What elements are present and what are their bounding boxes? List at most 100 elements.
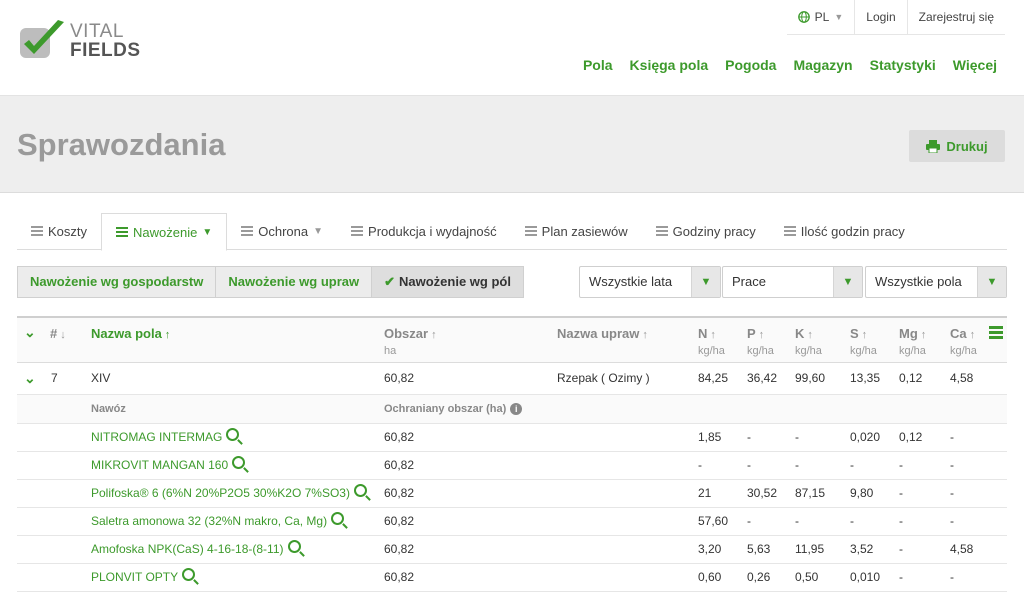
magnifier-icon[interactable]	[353, 484, 367, 497]
language-selector[interactable]: PL ▼	[787, 0, 855, 34]
fertilizer-row[interactable]: MIKROVIT MANGAN 160 60,82 - - - - - -	[17, 452, 1007, 480]
fertilizer-name-text: Saletra amonowa 32 (32%N makro, Ca, Mg)	[91, 514, 328, 528]
magnifier-icon[interactable]	[331, 512, 345, 525]
cell-ca: -	[950, 514, 954, 528]
cell-p: -	[747, 514, 751, 528]
site-header: VITAL FIELDS PL ▼ Login Zarejestruj się …	[0, 0, 1024, 96]
nav-item-pola[interactable]: Pola	[583, 57, 613, 73]
fertilizer-column-header: Nawóz	[91, 403, 126, 415]
logo-text: VITAL FIELDS	[70, 22, 141, 60]
col-header-p[interactable]: P ↑ kg/ha	[747, 326, 774, 359]
cell-k: -	[795, 458, 799, 472]
tab-produkcja[interactable]: Produkcja i wydajność	[337, 213, 511, 249]
nav-item-statystyki[interactable]: Statystyki	[870, 57, 936, 73]
fertilizer-name[interactable]: PLONVIT OPTY	[91, 564, 196, 591]
col-header-k[interactable]: K ↑ kg/ha	[795, 326, 822, 359]
tab-koszty[interactable]: Koszty	[17, 213, 101, 249]
language-label: PL	[814, 10, 830, 24]
list-icon	[116, 227, 129, 237]
subtab-label: Nawożenie wg pól	[399, 274, 511, 289]
nav-item-magazyn[interactable]: Magazyn	[793, 57, 852, 73]
check-icon: ✔	[384, 274, 396, 289]
list-icon	[783, 226, 796, 236]
cell-field-name: XIV	[91, 371, 111, 385]
cell-p: 36,42	[747, 371, 778, 385]
col-header-crop-label: Nazwa upraw	[557, 326, 640, 341]
cell-area: 60,82	[384, 514, 415, 528]
col-header-ca-unit: kg/ha	[950, 345, 977, 357]
fertilizer-name-text: NITROMAG INTERMAG	[91, 430, 223, 444]
protected-area-label: Ochraniany obszar (ha)	[384, 403, 507, 415]
cell-n: -	[698, 458, 702, 472]
register-link[interactable]: Zarejestruj się	[906, 0, 1005, 34]
cell-area: 60,82	[384, 486, 415, 500]
cell-k: 11,95	[795, 542, 825, 556]
col-header-n-unit: kg/ha	[698, 345, 725, 357]
cell-area: 60,82	[384, 371, 415, 385]
caret-down-icon: ▼	[202, 226, 213, 238]
works-select[interactable]: Prace ▼	[722, 266, 863, 298]
subtab-uprawy[interactable]: Nawożenie wg upraw	[215, 267, 371, 297]
fertilizer-name[interactable]: Amofoska NPK(CaS) 4-16-18-(8-11)	[91, 536, 301, 563]
nav-item-wiecej[interactable]: Więcej	[953, 57, 997, 73]
fertilizer-row[interactable]: Saletra amonowa 32 (32%N makro, Ca, Mg) …	[17, 508, 1007, 536]
subtab-pola[interactable]: ✔ Nawożenie wg pól	[371, 267, 523, 297]
info-icon[interactable]: i	[510, 403, 523, 416]
tab-ilosc-godzin[interactable]: Ilość godzin pracy	[770, 213, 919, 249]
logo-check-icon	[20, 20, 64, 58]
tab-plan-zasiewow[interactable]: Plan zasiewów	[511, 213, 642, 249]
logo-line1: VITAL	[70, 21, 124, 42]
col-header-mg[interactable]: Mg ↑ kg/ha	[899, 326, 926, 359]
expand-all-chevron-icon[interactable]: ⌄	[24, 324, 36, 340]
sort-up-icon: ↑	[758, 329, 765, 341]
column-settings-icon[interactable]	[989, 326, 1003, 340]
col-header-n[interactable]: N ↑ kg/ha	[698, 326, 725, 359]
login-link[interactable]: Login	[854, 0, 906, 34]
magnifier-icon[interactable]	[182, 568, 196, 581]
table-row[interactable]: ⌄ 7 XIV 60,82 Rzepak ( Ozimy ) 84,25 36,…	[17, 363, 1007, 395]
tab-label: Produkcja i wydajność	[368, 223, 497, 239]
tab-label: Plan zasiewów	[541, 223, 628, 239]
subtab-gospodarstwa[interactable]: Nawożenie wg gospodarstw	[18, 267, 215, 297]
magnifier-icon[interactable]	[226, 428, 240, 441]
tab-ochrona[interactable]: Ochrona ▼	[227, 213, 337, 249]
magnifier-icon[interactable]	[232, 456, 246, 469]
magnifier-icon[interactable]	[287, 540, 301, 553]
report-content: Koszty Nawożenie ▼ Ochrona ▼ Produkcja i…	[0, 193, 1024, 592]
tab-label: Koszty	[48, 223, 88, 239]
nav-item-ksiega-pola[interactable]: Księga pola	[630, 57, 709, 73]
fertilizer-name[interactable]: MIKROVIT MANGAN 160	[91, 452, 246, 479]
cell-n: 3,20	[698, 542, 722, 556]
col-header-number[interactable]: # ↓	[50, 326, 66, 343]
print-button[interactable]: Drukuj	[909, 130, 1005, 162]
fertilizer-name[interactable]: Saletra amonowa 32 (32%N makro, Ca, Mg)	[91, 508, 345, 535]
collapse-chevron-icon[interactable]: ⌄	[24, 363, 36, 394]
col-header-area[interactable]: Obszar ↑ ha	[384, 326, 437, 359]
tab-godziny-pracy[interactable]: Godziny pracy	[642, 213, 770, 249]
cell-ca: -	[950, 570, 954, 584]
fertilizer-row[interactable]: PLONVIT OPTY 60,82 0,60 0,26 0,50 0,010 …	[17, 564, 1007, 592]
fertilizer-row[interactable]: Polifoska® 6 (6%N 20%P2O5 30%K2O 7%SO3) …	[17, 480, 1007, 508]
vital-fields-logo[interactable]: VITAL FIELDS	[18, 18, 148, 68]
tab-nawozenie[interactable]: Nawożenie ▼	[101, 213, 228, 251]
col-header-s[interactable]: S ↑ kg/ha	[850, 326, 877, 359]
table-header-row: ⌄ # ↓ Nazwa pola ↑ Obszar ↑ ha Nazwa upraw ↑ …	[17, 318, 1007, 363]
col-header-n-label: N	[698, 326, 708, 341]
cell-k: 99,60	[795, 371, 826, 385]
cell-mg: -	[899, 542, 903, 556]
fertilizer-row[interactable]: NITROMAG INTERMAG 60,82 1,85 - - 0,020 0…	[17, 424, 1007, 452]
col-header-ca[interactable]: Ca ↑ kg/ha	[950, 326, 977, 359]
fertilizer-name-text: Polifoska® 6 (6%N 20%P2O5 30%K2O 7%SO3)	[91, 486, 350, 500]
fields-select[interactable]: Wszystkie pola ▼	[865, 266, 1007, 298]
fertilizer-name[interactable]: NITROMAG INTERMAG	[91, 424, 240, 451]
fertilizer-name[interactable]: Polifoska® 6 (6%N 20%P2O5 30%K2O 7%SO3)	[91, 480, 367, 507]
fertilizer-row[interactable]: Amofoska NPK(CaS) 4-16-18-(8-11) 60,82 3…	[17, 536, 1007, 564]
nav-item-pogoda[interactable]: Pogoda	[725, 57, 776, 73]
col-header-crop[interactable]: Nazwa upraw ↑	[557, 326, 648, 343]
fertilizer-name-text: MIKROVIT MANGAN 160	[91, 458, 229, 472]
fertilization-table: ⌄ # ↓ Nazwa pola ↑ Obszar ↑ ha Nazwa upraw ↑ …	[17, 316, 1007, 592]
col-header-field-name[interactable]: Nazwa pola ↑	[91, 326, 170, 343]
col-header-s-unit: kg/ha	[850, 345, 877, 357]
cell-ca: 4,58	[950, 542, 974, 556]
years-select[interactable]: Wszystkie lata ▼	[579, 266, 721, 298]
